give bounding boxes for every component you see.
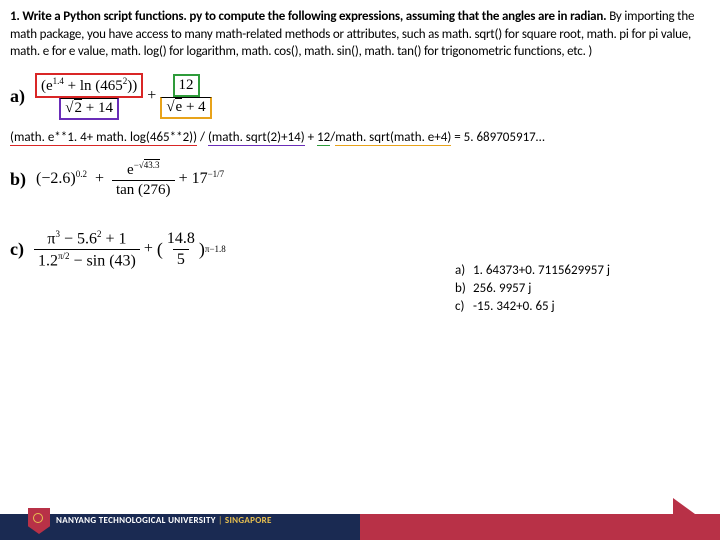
part-green: 12	[317, 130, 330, 146]
question-bold: 1. Write a Python script functions. py t…	[10, 9, 606, 24]
answer-a: a)1. 64373+0. 7115629957 j	[455, 262, 610, 280]
plus-sign: +	[147, 87, 156, 105]
question-text: 1. Write a Python script functions. py t…	[10, 8, 710, 61]
part-purple: (math. sqrt(2)+14)	[208, 130, 305, 146]
sqrt-icon: e	[166, 99, 182, 116]
footer: NANYANG TECHNOLOGICAL UNIVERSITY | SINGA…	[0, 492, 720, 540]
university-logo: NANYANG TECHNOLOGICAL UNIVERSITY | SINGA…	[28, 508, 272, 534]
part-red: (math. e**1. 4+ math. log(465**2))	[10, 130, 197, 146]
label-a: a)	[10, 86, 25, 107]
slide-content: 1. Write a Python script functions. py t…	[0, 0, 720, 271]
numerator-a1-box: (e1.4 + ln (4652))	[35, 73, 143, 98]
label-c: c)	[10, 239, 24, 260]
fraction-a2: 12 e + 4	[160, 74, 211, 119]
denominator-a2-box: e + 4	[160, 97, 211, 119]
shield-icon	[28, 508, 50, 534]
label-b: b)	[10, 169, 26, 190]
expression-a: a) (e1.4 + ln (4652)) 2 + 14 + 12 e + 4	[10, 73, 710, 120]
sqrt-icon: 2	[65, 100, 82, 117]
fraction-a1: (e1.4 + ln (4652)) 2 + 14	[35, 73, 143, 120]
denominator-a1-box: 2 + 14	[59, 98, 119, 120]
answer-b: b)256. 9957 j	[455, 280, 610, 298]
part-orange: math. sqrt(math. e+4)	[335, 130, 451, 146]
fraction-c1: π3 − 5.62 + 1 1.2π/2 − sin (43)	[34, 228, 140, 272]
numerator-a2-box: 12	[173, 74, 200, 97]
fraction-c2: 14.8 5	[163, 229, 199, 270]
python-expression-line: (math. e**1. 4+ math. log(465**2)) / (ma…	[10, 130, 710, 145]
logo-main-text: NANYANG TECHNOLOGICAL UNIVERSITY | SINGA…	[56, 516, 272, 526]
result: = 5. 689705917…	[451, 130, 544, 145]
fraction-b: e−√43.3 tan (276)	[112, 159, 175, 200]
expression-b: b) (−2.6)0.2 + e−√43.3 tan (276) + 17−1/…	[10, 159, 710, 200]
answers-list: a)1. 64373+0. 7115629957 j b)256. 9957 j…	[455, 262, 610, 317]
answer-c: c)-15. 342+0. 65 j	[455, 298, 610, 316]
